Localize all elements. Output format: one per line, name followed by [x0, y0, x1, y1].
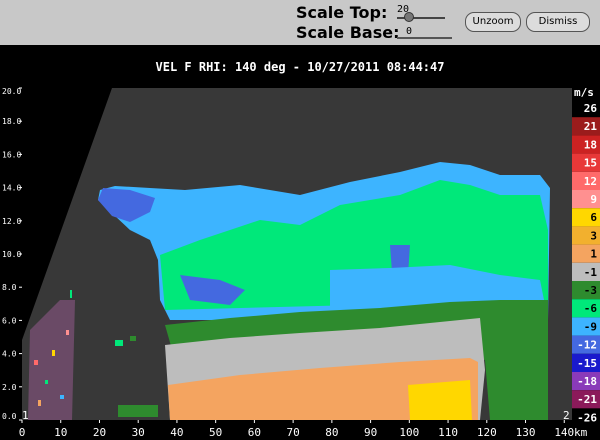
scale-top-slider-thumb[interactable] [404, 12, 414, 22]
x-tick-label: 40 [170, 426, 183, 439]
y-tick-label: 20.0 [2, 87, 21, 96]
corner-label-left: 1 [22, 409, 29, 422]
y-axis: 0.0 2.0 4.0 6.0 8.0 10.0 12.0 14.0 16.0 18.0 20.0 [2, 87, 22, 421]
legend-label: 6 [590, 211, 597, 224]
x-tick-label: 100 [399, 426, 419, 439]
x-tick-label: 0 [19, 426, 26, 439]
x-tick-label: 80 [325, 426, 338, 439]
radar-plot[interactable]: m/s 26 21 18 15 12 9 6 3 1 -1 -3 -6 -9 -12 -15 -18 -21 -2… [0, 78, 600, 440]
legend-label: 12 [584, 175, 597, 188]
legend-label: -1 [584, 266, 598, 279]
x-tick-label: 110 [438, 426, 458, 439]
y-tick-label: 4.0 [2, 350, 17, 359]
x-tick-label: 10 [54, 426, 67, 439]
legend-label: -15 [577, 357, 597, 370]
y-tick-label: 2.0 [2, 383, 17, 392]
scale-base-slider[interactable] [397, 37, 452, 39]
x-tick-label: 130 [516, 426, 536, 439]
legend-label: -9 [584, 320, 597, 333]
x-axis: 0 10 20 30 40 50 60 70 80 90 100 110 120 130 140 [19, 420, 574, 439]
x-tick-label: 20 [93, 426, 106, 439]
x-tick-label: 70 [287, 426, 300, 439]
y-tick-label: 6.0 [2, 316, 17, 325]
y-tick-label: 16.0 [2, 150, 21, 159]
y-tick-label: 10.0 [2, 250, 21, 259]
unzoom-button[interactable]: Unzoom [465, 12, 521, 32]
y-tick-label: 14.0 [2, 184, 21, 193]
legend-label: 15 [584, 157, 597, 170]
dismiss-button[interactable]: Dismiss [526, 12, 590, 32]
x-tick-label: 90 [364, 426, 377, 439]
scale-top-label: Scale Top: [296, 3, 388, 22]
y-tick-label: 0.0 [2, 412, 17, 421]
legend-label: -3 [584, 284, 597, 297]
legend-label: 1 [590, 248, 597, 261]
x-tick-label: 140 [554, 426, 574, 439]
y-tick-label: 18.0 [2, 117, 21, 126]
legend-label: 26 [584, 102, 598, 115]
y-tick-label: 8.0 [2, 283, 17, 292]
legend-label: -18 [577, 375, 597, 388]
echo-yellow-core [408, 380, 472, 420]
legend-label: 3 [590, 229, 597, 242]
x-tick-label: 60 [248, 426, 261, 439]
legend-label: -26 [577, 411, 597, 424]
legend-label: 21 [584, 120, 598, 133]
legend-unit: m/s [574, 86, 594, 99]
legend-label: -21 [577, 393, 597, 406]
x-tick-label: 120 [477, 426, 497, 439]
y-tick-label: 12.0 [2, 217, 21, 226]
legend-label: 18 [584, 138, 597, 151]
legend-label: -6 [584, 302, 598, 315]
scale-base-value: 0 [406, 26, 413, 37]
legend-label: -12 [577, 339, 597, 352]
color-legend: 26 21 18 15 12 9 6 3 1 -1 -3 -6 -9 -12 -15 -18 -21 -26 [572, 99, 600, 427]
toolbar: Scale Top: 20 Scale Base: 0 Unzoom Dismi… [0, 0, 600, 45]
x-axis-unit: km [574, 426, 588, 439]
scale-base-label: Scale Base: [296, 23, 400, 42]
legend-label: 9 [590, 193, 597, 206]
x-tick-label: 30 [132, 426, 145, 439]
x-tick-label: 50 [209, 426, 222, 439]
chart-title: VEL F RHI: 140 deg - 10/27/2011 08:44:47 [155, 60, 445, 74]
